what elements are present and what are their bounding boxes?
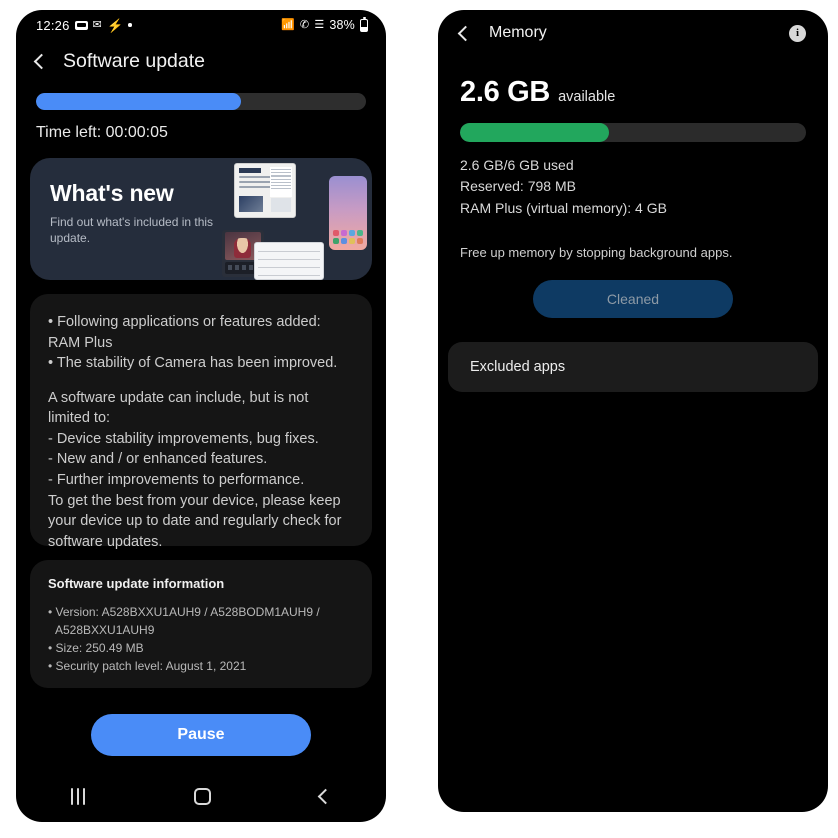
dot-icon [128, 23, 132, 27]
whats-new-title: What's new [50, 180, 174, 206]
memory-body: 2.6 GB available 2.6 GB/6 GB used Reserv… [438, 52, 828, 318]
info-item-size: • Size: 250.49 MB [48, 641, 144, 655]
memory-hint-text: Free up memory by stopping background ap… [460, 244, 733, 260]
progress-bar-track [36, 93, 366, 110]
wifi-icon: 📶 [280, 18, 295, 31]
update-progress-section [16, 87, 386, 110]
memory-used-line: 2.6 GB/6 GB used [460, 157, 574, 173]
system-nav-bar [16, 770, 386, 822]
pause-button[interactable]: Pause [91, 714, 311, 756]
clean-button-row: Cleaned [460, 279, 806, 318]
info-item-version-line2: A528BXXU1AUH9 [55, 623, 155, 637]
release-notes-block-1: • Following applications or features add… [48, 314, 338, 372]
back-chevron-icon[interactable] [33, 53, 50, 70]
mail-icon: ✉ [92, 18, 102, 31]
memory-available-label: available [558, 89, 616, 105]
time-left-label: Time left: 00:00:05 [36, 124, 168, 141]
whats-new-artwork [222, 158, 372, 280]
info-card-title: Software update information [48, 576, 225, 591]
info-card-list: • Version: A528BXXU1AUH9 / A528BODM1AUH9… [48, 603, 354, 675]
page-title: Memory [489, 24, 547, 41]
memory-detail-lines: 2.6 GB/6 GB used Reserved: 798 MB RAM Pl… [460, 155, 806, 219]
pause-button-row: Pause [16, 714, 386, 756]
memory-ramplus-line: RAM Plus (virtual memory): 4 GB [460, 199, 667, 216]
camera-icon [74, 20, 88, 30]
note-thumbnail-icon [254, 242, 324, 280]
memory-reserved-line: Reserved: 798 MB [460, 178, 576, 195]
status-bar-left: 12:26 ✉ ⚡ [36, 18, 132, 33]
info-item-version: • Version: A528BXXU1AUH9 / A528BODM1AUH9… [48, 603, 354, 639]
back-chevron-icon[interactable] [457, 25, 474, 41]
call-icon: ✆ [299, 18, 310, 31]
release-notes-block-2: A software update can include, but is no… [48, 389, 342, 550]
whats-new-subtitle: Find out what's included in this update. [50, 215, 214, 246]
status-bar: 12:26 ✉ ⚡ 📶 ✆ ☰ 38% [16, 10, 386, 40]
memory-available-header: 2.6 GB available [460, 76, 806, 109]
info-item-security-patch: • Security patch level: August 1, 2021 [48, 659, 247, 673]
memory-bar-fill [460, 123, 609, 142]
excluded-apps-row[interactable]: Excluded apps [448, 341, 818, 392]
progress-bar-fill [36, 93, 241, 110]
back-icon[interactable] [318, 788, 334, 804]
bolt-icon: ⚡ [106, 17, 124, 33]
phone-screen-software-update: 12:26 ✉ ⚡ 📶 ✆ ☰ 38% Software update Time… [16, 10, 386, 822]
notes-spacer [48, 374, 354, 388]
status-clock: 12:26 [36, 17, 70, 33]
whats-new-text: What's new Find out what's included in t… [30, 158, 245, 246]
clean-now-button[interactable]: Cleaned [533, 279, 733, 318]
tablet-thumbnail-icon [234, 163, 296, 218]
battery-icon [360, 16, 368, 32]
home-icon[interactable] [194, 787, 212, 805]
software-update-information-card: Software update information • Version: A… [30, 560, 372, 688]
info-item-version-line1: • Version: A528BXXU1AUH9 / A528BODM1AUH9… [48, 605, 320, 619]
battery-percent: 38% [329, 18, 355, 32]
status-bar-right: 📶 ✆ ☰ 38% [280, 16, 368, 32]
app-bar-software-update: Software update [16, 40, 386, 87]
memory-bar-track [460, 123, 806, 142]
app-bar-memory: Memory i [438, 10, 828, 52]
memory-available-value: 2.6 GB [460, 76, 551, 108]
app-bar-memory-left: Memory [457, 24, 547, 42]
release-notes-card: • Following applications or features add… [30, 294, 372, 550]
signal-icon: ☰ [314, 18, 325, 31]
page-title: Software update [63, 50, 206, 72]
phone-screen-memory: Memory i 2.6 GB available 2.6 GB/6 GB us… [438, 10, 828, 812]
info-icon[interactable]: i [789, 24, 806, 42]
recent-apps-icon[interactable] [70, 787, 86, 805]
phone-thumbnail-icon [329, 176, 367, 250]
screenshot-stage: 12:26 ✉ ⚡ 📶 ✆ ☰ 38% Software update Time… [0, 0, 838, 838]
whats-new-card[interactable]: What's new Find out what's included in t… [30, 158, 372, 280]
